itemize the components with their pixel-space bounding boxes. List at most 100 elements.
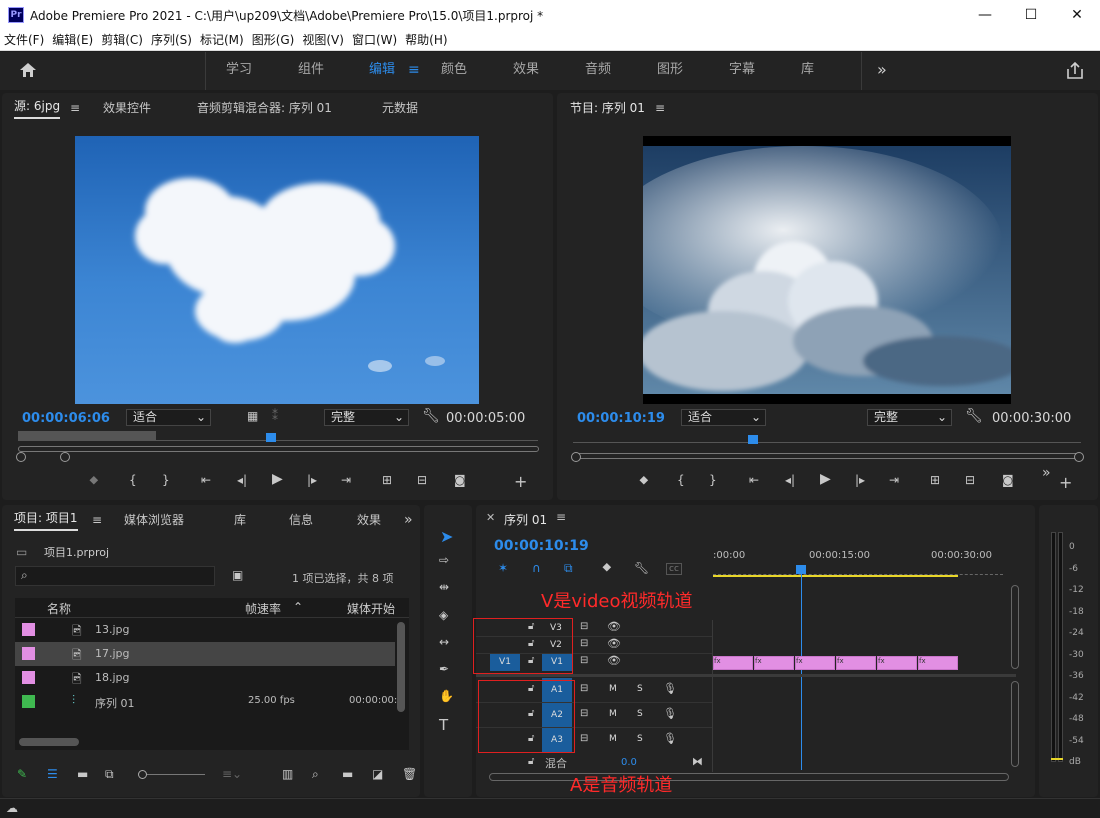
microphone-icon[interactable]: 🎙︎ <box>663 707 677 720</box>
tab-audio-clip-mixer[interactable]: 音频剪辑混合器: 序列 01 <box>197 95 332 121</box>
zoom-slider[interactable] <box>138 770 206 780</box>
workspace-tab-assembly[interactable]: 组件 <box>298 52 324 90</box>
column-media-start[interactable]: 媒体开始 <box>347 600 395 617</box>
program-step-forward-icon[interactable]: |▸ <box>855 473 865 487</box>
trash-icon[interactable]: 🗑︎ <box>402 767 417 781</box>
button-editor-icon[interactable]: + <box>514 472 527 491</box>
close-sequence-icon[interactable]: ✕ <box>486 511 495 524</box>
label-color-swatch[interactable] <box>22 671 35 684</box>
program-play-icon[interactable]: ▶ <box>820 471 831 487</box>
track-select-tool-icon[interactable]: ⇨ <box>439 553 449 567</box>
tab-libraries[interactable]: 库 <box>234 507 246 533</box>
clip[interactable]: fx <box>754 656 794 670</box>
selection-tool-icon[interactable]: ➤ <box>440 527 453 546</box>
program-go-to-in-icon[interactable]: ⇤ <box>749 473 759 487</box>
wrench-icon[interactable]: 🔧︎ <box>422 408 440 424</box>
linked-selection-icon[interactable]: ⧉ <box>564 561 573 576</box>
eye-icon[interactable]: 👁︎ <box>607 620 621 633</box>
list-item[interactable]: 🖻︎ 13.jpg <box>15 618 395 642</box>
program-mark-out-icon[interactable]: } <box>709 473 717 487</box>
timeline-timecode[interactable]: 00:00:10:19 <box>494 538 589 554</box>
go-to-in-icon[interactable]: ⇤ <box>201 473 211 487</box>
program-title[interactable]: 节目: 序列 01 <box>570 95 645 121</box>
project-search-input[interactable]: ⌕ <box>15 566 215 586</box>
mark-out-icon[interactable]: } <box>162 473 170 487</box>
project-tabs-more-icon[interactable]: » <box>404 507 413 533</box>
icon-view-icon[interactable]: ▬ <box>77 767 88 781</box>
menu-view[interactable]: 视图(V) <box>298 30 348 51</box>
menu-window[interactable]: 窗口(W) <box>348 30 401 51</box>
find-icon[interactable]: ▣ <box>232 568 243 582</box>
mix-options-icon[interactable]: ⧓ <box>692 755 703 768</box>
razor-tool-icon[interactable]: ◈ <box>439 608 448 622</box>
tab-media-browser[interactable]: 媒体浏览器 <box>124 507 184 533</box>
work-area-bar[interactable] <box>713 575 958 577</box>
menu-graphics[interactable]: 图形(G) <box>248 30 299 51</box>
minimize-button[interactable]: — <box>962 0 1008 30</box>
program-fit-dropdown[interactable]: 适合 ⌄ <box>681 409 766 426</box>
extract-icon[interactable]: ⊟ <box>965 473 975 487</box>
sequence-menu-icon[interactable]: ≡ <box>556 510 566 524</box>
solo-button[interactable]: S <box>637 709 643 719</box>
workspace-tab-effects[interactable]: 效果 <box>513 52 539 90</box>
step-back-icon[interactable]: ◂| <box>237 473 247 487</box>
label-color-swatch[interactable] <box>22 695 35 708</box>
maximize-button[interactable]: ☐ <box>1008 0 1054 30</box>
sort-icons-icon[interactable]: ≡⌄ <box>222 767 242 781</box>
new-bin-icon[interactable]: ▬ <box>342 767 353 781</box>
project-horizontal-scrollbar[interactable] <box>19 738 79 746</box>
hand-tool-icon[interactable]: ✋ <box>439 689 454 703</box>
program-time-ruler[interactable] <box>573 433 1081 444</box>
timeline-settings-icon[interactable]: 🔧︎ <box>634 561 649 575</box>
program-zoom-scrollbar[interactable] <box>573 453 1080 459</box>
column-name[interactable]: 名称 <box>47 600 71 617</box>
program-quality-dropdown[interactable]: 完整 ⌄ <box>867 409 952 426</box>
find-bottom-icon[interactable]: ⌕ <box>312 767 319 782</box>
tab-source[interactable]: 源: 6jpg <box>14 95 61 119</box>
label-color-swatch[interactable] <box>22 623 35 636</box>
timeline-horizontal-scrollbar[interactable] <box>489 773 1009 781</box>
program-export-frame-icon[interactable]: ◙ <box>1002 473 1014 487</box>
tab-metadata[interactable]: 元数据 <box>382 95 418 121</box>
source-time-ruler[interactable] <box>18 431 538 442</box>
go-to-out-icon[interactable]: ⇥ <box>341 473 351 487</box>
type-tool-icon[interactable]: T <box>439 716 448 734</box>
pen-tool-icon[interactable]: ✒ <box>439 662 449 676</box>
tab-effect-controls[interactable]: 效果控件 <box>103 95 151 121</box>
home-icon[interactable] <box>19 62 37 78</box>
video-vertical-scrollbar[interactable] <box>1011 585 1019 669</box>
workspace-more-icon[interactable]: » <box>877 52 887 90</box>
menu-edit[interactable]: 编辑(E) <box>48 30 97 51</box>
ripple-edit-tool-icon[interactable]: ⇹ <box>439 580 449 594</box>
sync-lock-icon[interactable]: ⊟ <box>580 621 588 632</box>
lift-icon[interactable]: ⊞ <box>930 473 940 487</box>
lock-icon[interactable]: 🔓︎ <box>528 756 534 767</box>
tab-effects[interactable]: 效果 <box>357 507 381 533</box>
timeline-ruler[interactable] <box>713 565 1003 575</box>
workspace-tab-learn[interactable]: 学习 <box>226 52 252 90</box>
workspace-menu-icon[interactable]: ≡ <box>408 52 420 90</box>
timeline-playhead[interactable] <box>796 565 806 574</box>
sync-lock-icon[interactable]: ⊟ <box>580 733 588 744</box>
share-icon[interactable] <box>1066 62 1084 80</box>
menu-file[interactable]: 文件(F) <box>0 30 48 51</box>
audio-vertical-scrollbar[interactable] <box>1011 681 1019 767</box>
sequence-tab[interactable]: 序列 01 <box>504 511 547 528</box>
add-marker-icon[interactable]: ⯁ <box>89 474 99 489</box>
insert-icon[interactable]: ⊞ <box>382 473 392 487</box>
source-quality-dropdown[interactable]: 完整 ⌄ <box>324 409 409 426</box>
pencil-icon[interactable]: ✎ <box>17 767 27 781</box>
workspace-tab-graphics[interactable]: 图形 <box>657 52 683 90</box>
program-playhead-timecode[interactable]: 00:00:10:19 <box>577 411 665 426</box>
program-go-to-out-icon[interactable]: ⇥ <box>889 473 899 487</box>
program-playhead[interactable] <box>748 435 758 444</box>
list-item[interactable]: 🖻︎ 17.jpg <box>15 642 395 666</box>
program-menu-icon[interactable]: ≡ <box>655 95 665 121</box>
sync-lock-icon[interactable]: ⊟ <box>580 655 588 666</box>
video-audio-divider[interactable] <box>476 674 1016 677</box>
workspace-tab-editing[interactable]: 编辑 <box>369 52 395 90</box>
sync-lock-icon[interactable]: ⊟ <box>580 683 588 694</box>
source-playhead-timecode[interactable]: 00:00:06:06 <box>22 411 110 426</box>
program-wrench-icon[interactable]: 🔧︎ <box>965 408 983 424</box>
column-frame-rate[interactable]: 帧速率 <box>245 600 281 617</box>
